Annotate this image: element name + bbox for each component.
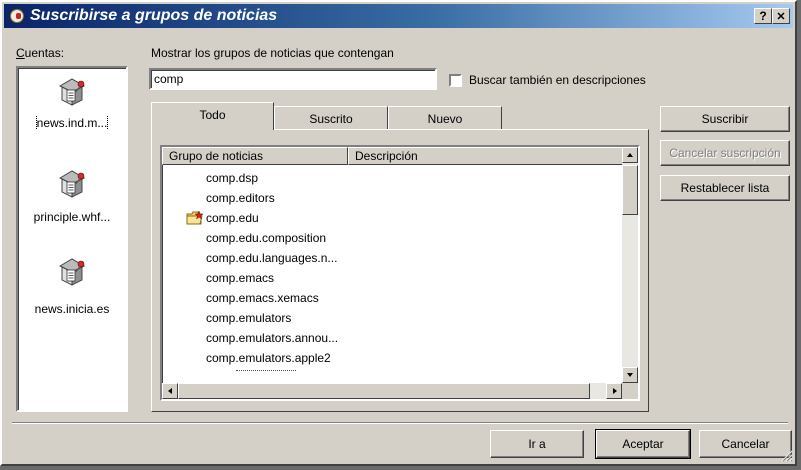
cancel-button[interactable]: Cancelar <box>699 430 792 458</box>
newsgroups-list[interactable]: Grupo de noticias Descripción comp.dsp c… <box>160 145 640 401</box>
list-item[interactable]: comp.edu.composition <box>206 228 326 248</box>
tab-panel: Grupo de noticias Descripción comp.dsp c… <box>151 129 649 412</box>
scroll-up-button[interactable] <box>622 147 638 163</box>
resize-grip-icon[interactable] <box>781 450 793 462</box>
news-server-icon <box>58 170 86 198</box>
help-button[interactable]: ? <box>754 8 772 24</box>
column-header-description[interactable]: Descripción <box>348 147 624 165</box>
scroll-corner <box>622 383 638 399</box>
accounts-list[interactable]: news.ind.m... principle.whf... news.inic… <box>16 66 128 412</box>
news-server-icon <box>58 78 86 106</box>
window-title: Suscribirse a grupos de noticias <box>30 7 278 24</box>
list-item[interactable]: comp.emulators.annou... <box>206 328 338 348</box>
list-item[interactable]: comp.dsp <box>206 168 258 188</box>
reset-list-button[interactable]: Restablecer lista <box>660 175 790 201</box>
tab-nuevo[interactable]: Nuevo <box>388 106 502 130</box>
close-icon: ✕ <box>776 11 786 23</box>
outlook-express-icon <box>10 9 24 23</box>
scroll-left-button[interactable] <box>162 383 178 399</box>
filter-input[interactable] <box>149 68 437 90</box>
list-item[interactable]: comp.emulators <box>206 308 291 328</box>
accounts-label: Cuentas: <box>16 46 65 60</box>
scroll-thumb[interactable] <box>622 165 638 215</box>
tab-suscrito[interactable]: Suscrito <box>274 106 388 130</box>
tab-todo[interactable]: Todo <box>151 102 274 130</box>
list-item[interactable]: comp.emacs <box>206 268 274 288</box>
arrow-down-icon <box>627 373 633 377</box>
title-bar[interactable]: Suscribirse a grupos de noticias ? ✕ <box>4 4 793 28</box>
list-item[interactable]: comp.emacs.xemacs <box>206 288 319 308</box>
horizontal-scrollbar[interactable] <box>162 383 622 399</box>
subscribed-folder-icon <box>186 210 204 225</box>
account-label: news.inicia.es <box>34 302 110 316</box>
column-header-newsgroup[interactable]: Grupo de noticias <box>162 147 348 165</box>
filter-label: Mostrar los grupos de noticias que conte… <box>151 46 394 60</box>
account-item[interactable]: principle.whf... <box>18 168 126 228</box>
subscribe-button[interactable]: Suscribir <box>660 106 790 132</box>
list-item[interactable]: comp.emulators.apple2 <box>206 348 331 368</box>
account-label: news.ind.m... <box>35 116 109 130</box>
list-item[interactable]: comp.editors <box>206 188 275 208</box>
arrow-left-icon <box>168 388 172 394</box>
arrow-right-icon <box>613 388 617 394</box>
account-item[interactable]: news.ind.m... <box>18 76 126 136</box>
account-label: principle.whf... <box>33 210 111 224</box>
separator <box>12 422 788 424</box>
search-descriptions-label[interactable]: Buscar también en descripciones <box>469 73 646 87</box>
unsubscribe-button[interactable]: Cancelar suscripción <box>660 140 790 166</box>
scroll-right-button[interactable] <box>606 383 622 399</box>
search-descriptions-checkbox[interactable] <box>449 74 462 87</box>
close-button[interactable]: ✕ <box>772 8 790 24</box>
vertical-scrollbar[interactable] <box>622 147 638 383</box>
news-server-icon <box>58 258 86 286</box>
account-item[interactable]: news.inicia.es <box>18 256 126 316</box>
go-to-button[interactable]: Ir a <box>490 430 584 458</box>
list-item-partial <box>206 368 326 378</box>
ok-button[interactable]: Aceptar <box>595 429 691 459</box>
list-item[interactable]: comp.edu.languages.n... <box>206 248 337 268</box>
arrow-up-icon <box>627 153 633 157</box>
subscribe-newsgroups-dialog: Suscribirse a grupos de noticias ? ✕ Cue… <box>0 0 797 466</box>
horizontal-scroll-thumb[interactable] <box>178 383 590 399</box>
scroll-down-button[interactable] <box>622 367 638 383</box>
